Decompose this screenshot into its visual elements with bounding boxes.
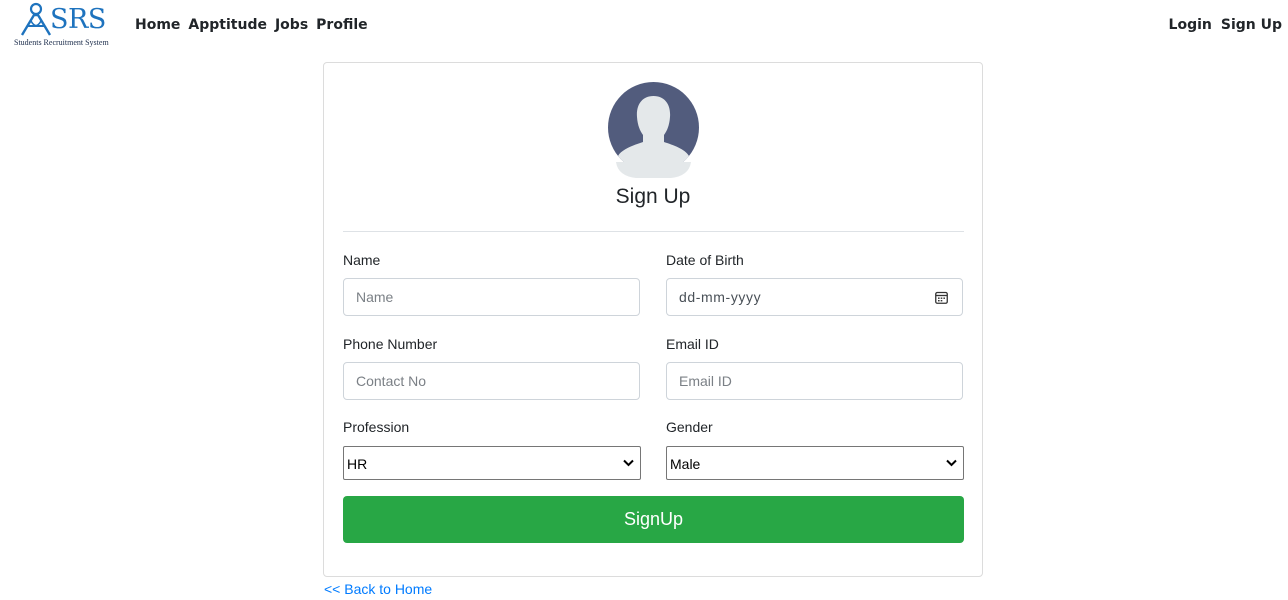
name-label: Name [343,252,381,268]
name-input[interactable] [343,278,640,316]
chevron-down-icon [946,459,957,467]
nav-apptitude-link[interactable]: Apptitude [188,15,267,35]
back-to-home-link[interactable]: << Back to Home [324,580,432,598]
gender-value: Male [670,456,701,472]
nav-login-link[interactable]: Login [1169,15,1212,35]
email-input[interactable] [666,362,963,400]
user-avatar-icon [608,82,699,178]
phone-label: Phone Number [343,336,438,352]
dob-input[interactable]: dd-mm-yyyy [666,278,963,316]
title-divider [343,231,964,232]
profession-select[interactable]: HR [343,446,641,480]
main-nav: Home Apptitude Jobs Profile [135,15,376,35]
calendar-icon[interactable] [935,291,948,304]
email-label: Email ID [666,336,719,352]
brand-name: SRS [50,4,106,35]
gender-label: Gender [666,419,713,435]
dob-label: Date of Birth [666,252,744,268]
signup-card: Sign Up Name Date of Birth dd-mm-yyyy Ph… [323,62,983,577]
phone-input[interactable] [343,362,640,400]
nav-jobs-link[interactable]: Jobs [275,15,308,35]
auth-nav: Login Sign Up [1160,15,1282,35]
chevron-down-icon [623,459,634,467]
nav-signup-link[interactable]: Sign Up [1221,15,1282,35]
form-title: Sign Up [615,185,691,208]
dob-value: dd-mm-yyyy [679,289,762,305]
profession-label: Profession [343,419,410,435]
profession-value: HR [347,456,368,472]
brand-subtitle: Students Recruitment System [14,38,109,47]
top-navbar: SRS Students Recruitment System Home App… [0,0,1288,54]
nav-profile-link[interactable]: Profile [316,15,367,35]
gender-select[interactable]: Male [666,446,964,480]
brand-logo[interactable]: SRS Students Recruitment System [14,2,114,50]
signup-button[interactable]: SignUp [343,496,964,543]
nav-home-link[interactable]: Home [135,15,180,35]
